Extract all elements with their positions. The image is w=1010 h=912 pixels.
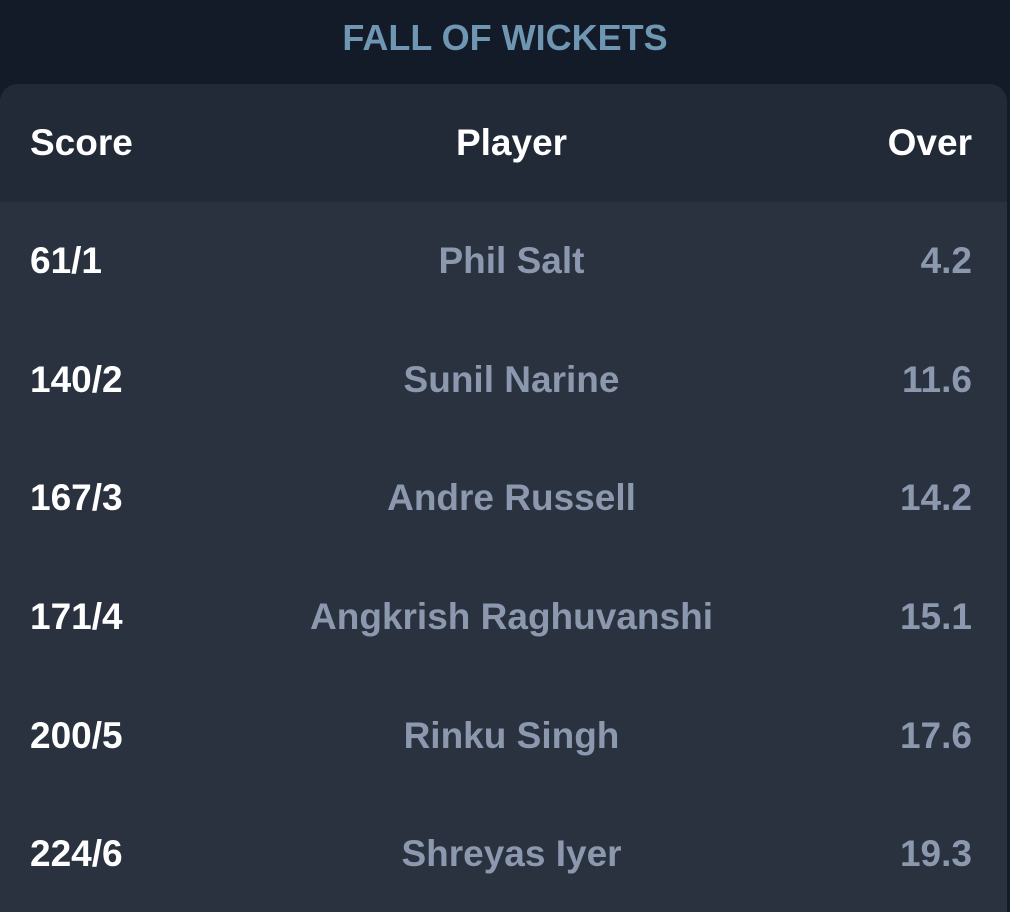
over-cell: 14.2 — [899, 477, 972, 519]
player-cell: Phil Salt — [438, 240, 585, 282]
section-title: FALL OF WICKETS — [342, 17, 668, 58]
over-cell: 15.1 — [899, 596, 972, 638]
player-cell: Rinku Singh — [403, 714, 620, 756]
title-bar: FALL OF WICKETS — [0, 0, 1010, 76]
player-cell: Shreyas Iyer — [401, 833, 622, 875]
over-cell: 19.3 — [899, 833, 972, 875]
over-cell: 4.2 — [920, 240, 972, 282]
wickets-table: Score Player Over 61/1 Phil Salt 4.2 140… — [0, 84, 1007, 912]
over-column-header: Over — [887, 122, 972, 163]
table-row: 61/1 Phil Salt 4.2 — [0, 202, 1007, 321]
player-cell: Angkrish Raghuvanshi — [310, 596, 713, 638]
table-row: 167/3 Andre Russell 14.2 — [0, 439, 1007, 558]
fall-of-wickets-panel: FALL OF WICKETS Score Player Over 61/1 P… — [0, 0, 1010, 912]
table-row: 224/6 Shreyas Iyer 19.3 — [0, 795, 1007, 912]
player-cell: Sunil Narine — [403, 358, 620, 400]
over-cell: 11.6 — [902, 358, 972, 400]
table-header: Score Player Over — [0, 84, 1007, 202]
table-row: 200/5 Rinku Singh 17.6 — [0, 676, 1007, 795]
player-column-header: Player — [455, 122, 568, 163]
over-cell: 17.6 — [899, 714, 972, 756]
table-body: 61/1 Phil Salt 4.2 140/2 Sunil Narine 11… — [0, 202, 1007, 912]
player-cell: Andre Russell — [387, 477, 636, 519]
table-row: 171/4 Angkrish Raghuvanshi 15.1 — [0, 558, 1007, 677]
table-row: 140/2 Sunil Narine 11.6 — [0, 321, 1007, 440]
